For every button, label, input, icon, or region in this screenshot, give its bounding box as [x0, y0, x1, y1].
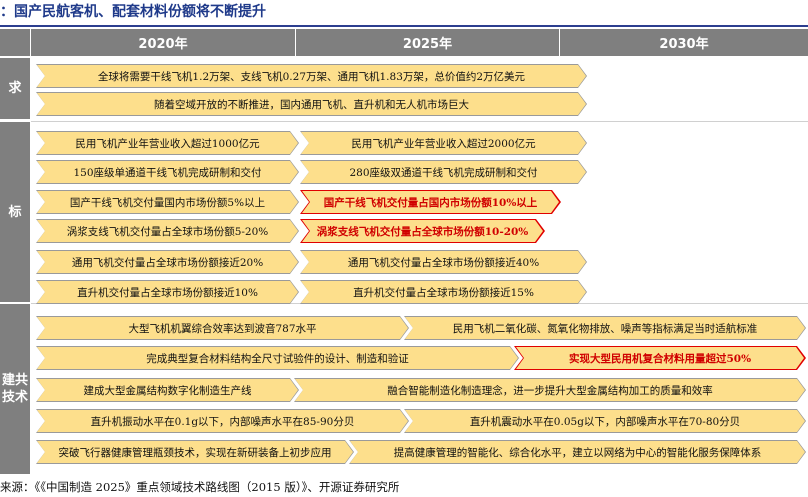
roadmap-arrow: 通用飞机交付量占全球市场份额接近40% [301, 251, 586, 273]
roadmap-arrow: 全球将需要干线飞机1.2万架、支线飞机0.27万架、通用飞机1.83万架，总价值… [37, 65, 586, 87]
row-label-demand: 求 [0, 58, 30, 119]
header-2030: 2030年 [560, 29, 808, 56]
roadmap-arrow: 直升机交付量占全球市场份额接近15% [301, 281, 586, 303]
roadmap-arrow: 国产干线飞机交付量国内市场份额5%以上 [37, 191, 298, 213]
roadmap-arrow: 提高健康管理的智能化、综合化水平，建立以网络为中心的智能化服务保障体系 [350, 441, 805, 463]
roadmap-arrow: 民用飞机产业年营业收入超过1000亿元 [37, 132, 298, 154]
title-divider [0, 25, 808, 27]
roadmap-arrow: 直升机震动水平在0.05g以下，内部噪声水平在70-80分贝 [405, 410, 805, 432]
row-label-key-tech: 建共 技术 [0, 304, 30, 474]
row-label-key-tech-text: 建共 技术 [1, 373, 28, 405]
band-divider [31, 121, 808, 122]
roadmap-arrow: 直升机振动水平在0.1g以下，内部噪声水平在85-90分贝 [37, 410, 408, 432]
roadmap-arrow-highlight: 涡浆支线飞机交付量占全球市场份额10-20% [302, 220, 543, 242]
header-2025: 2025年 [296, 29, 559, 56]
roadmap-arrow-highlight: 实现大型民用机复合材料用量超过50% [516, 347, 804, 369]
roadmap-arrow: 通用飞机交付量占全球市场份额接近20% [37, 251, 298, 273]
header-2020: 2020年 [31, 29, 295, 56]
roadmap-arrow: 150座级单通道干线飞机完成研制和交付 [37, 161, 298, 183]
roadmap-arrow: 民用飞机二氧化碳、氮氧化物排放、噪声等指标满足当时适航标准 [405, 317, 805, 339]
roadmap-arrow: 融合智能制造化制造理念，进一步提升大型金属结构加工的质量和效率 [295, 379, 805, 401]
header-corner [0, 29, 30, 56]
source-note: 来源：《《中国制造 2025》重点领域技术路线图（2015 版）》、开源证券研究… [0, 480, 400, 494]
roadmap-arrow: 随着空域开放的不断推进，国内通用飞机、直升机和无人机市场巨大 [37, 93, 586, 115]
roadmap-arrow: 突破飞行器健康管理瓶颈技术，实现在新研装备上初步应用 [37, 441, 353, 463]
roadmap-arrow: 直升机交付量占全球市场份额接近10% [37, 281, 298, 303]
roadmap-arrow: 大型飞机机翼综合效率达到波音787水平 [37, 317, 408, 339]
row-label-target: 标 [0, 122, 30, 302]
roadmap-arrow: 建成大型金属结构数字化制造生产线 [37, 379, 298, 401]
figure-title: ：国产民航客机、配套材料份额将不断提升 [0, 4, 266, 20]
roadmap-arrow: 涡浆支线飞机交付量占全球市场份额5-20% [37, 220, 298, 242]
roadmap-arrow-highlight: 国产干线飞机交付量占国内市场份额10%以上 [302, 191, 559, 213]
roadmap-arrow: 280座级双通道干线飞机完成研制和交付 [301, 161, 586, 183]
roadmap-arrow: 完成典型复合材料结构全尺寸试验件的设计、制造和验证 [37, 347, 518, 369]
roadmap-arrow: 民用飞机产业年营业收入超过2000亿元 [301, 132, 586, 154]
